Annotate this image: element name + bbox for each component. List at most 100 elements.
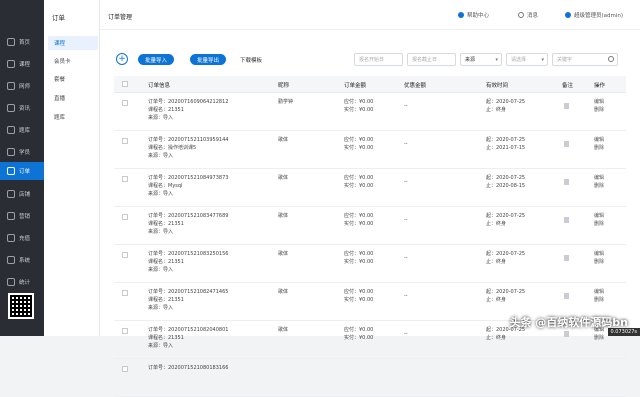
table-row: 订单号：2020071521084973873课程名：Mysql来源：导入歌体应… <box>114 170 626 207</box>
submenu-title: 订单 <box>52 12 65 22</box>
select-all-checkbox[interactable] <box>122 81 128 87</box>
cell-source: 来源：导入 <box>148 190 173 198</box>
chevron-down-icon: ▾ <box>541 57 544 63</box>
column-header-nickname: 昵称 <box>278 81 289 89</box>
row-checkbox[interactable] <box>122 214 128 220</box>
order-icon <box>7 167 15 175</box>
cell-del-button[interactable]: 删除 <box>594 106 604 114</box>
cell-discount: -- <box>404 178 408 186</box>
recharge-icon <box>7 234 15 242</box>
cell-edit-button[interactable]: 编辑 <box>594 136 604 144</box>
row-checkbox[interactable] <box>122 290 128 296</box>
user-menu[interactable]: 超级管理员(admin) <box>565 11 623 19</box>
cell-order-no: 订单号：2020071609064212812 <box>148 98 228 106</box>
sidebar-item-marketing[interactable]: 营销 <box>0 207 44 225</box>
sidebar-item-student[interactable]: 学员 <box>0 143 44 161</box>
source-select[interactable]: 来源▾ <box>460 53 502 66</box>
sidebar-item-recharge[interactable]: 充值 <box>0 229 44 247</box>
remark-icon[interactable] <box>564 293 569 299</box>
remark-icon[interactable] <box>564 255 569 261</box>
table-row: 订单号：2020071609064212812课程名：21351来源：导入勤学钟… <box>114 94 626 131</box>
cell-nick: 歌体 <box>278 136 288 144</box>
cell-start: 起：2020-07-25 <box>486 250 525 258</box>
remark-icon[interactable] <box>564 103 569 109</box>
cell-edit-button[interactable]: 编辑 <box>594 174 604 182</box>
sidebar-item-label: 系统 <box>19 256 30 264</box>
user-name: 超级管理员(admin) <box>574 11 623 19</box>
cell-course: 课程名：21351 <box>148 106 184 114</box>
batch-import-button[interactable]: 批量导入 <box>138 54 174 65</box>
remark-icon[interactable] <box>564 179 569 185</box>
status-select[interactable]: 请选择 ▾ <box>506 53 548 66</box>
help-center-link[interactable]: 帮助中心 <box>458 11 489 19</box>
download-template-link[interactable]: 下载模板 <box>240 56 262 64</box>
cell-start: 起：2020-07-25 <box>486 98 525 106</box>
cell-paid: 实付：¥0.00 <box>344 334 373 342</box>
submenu-item-live[interactable]: 直播 <box>48 91 98 105</box>
sidebar-item-stats[interactable]: 统计 <box>0 273 44 291</box>
cell-edit-button[interactable]: 编辑 <box>594 212 604 220</box>
cell-edit-button[interactable]: 编辑 <box>594 250 604 258</box>
status-select-value: 请选择 <box>511 56 526 63</box>
table-row: 订单号：2020071521103959144课程名：操作培训课5来源：导入歌体… <box>114 132 626 169</box>
cell-end: 止：终身 <box>486 258 506 266</box>
sidebar-item-teacher[interactable]: 网师 <box>0 77 44 95</box>
sidebar-item-system[interactable]: 系统 <box>0 251 44 269</box>
row-checkbox[interactable] <box>122 138 128 144</box>
cell-end: 止：终身 <box>486 220 506 228</box>
add-order-button[interactable]: + <box>116 53 128 65</box>
cell-del-button[interactable]: 删除 <box>594 182 604 190</box>
news-icon <box>7 104 15 112</box>
cell-end: 止：2021-07-15 <box>486 144 525 152</box>
sidebar-item-label: 网师 <box>19 82 30 90</box>
qr-code-image <box>8 293 34 319</box>
sidebar-item-label: 课程 <box>19 60 30 68</box>
submenu-item-quiz[interactable]: 题库 <box>48 110 98 124</box>
remark-icon[interactable] <box>564 217 569 223</box>
sidebar-item-shop[interactable]: 店铺 <box>0 185 44 203</box>
quiz-icon <box>7 126 15 134</box>
cell-paid: 实付：¥0.00 <box>344 258 373 266</box>
sidebar-item-home[interactable]: 首页 <box>0 33 44 51</box>
submenu-item-membership-card[interactable]: 会员卡 <box>48 54 98 68</box>
cell-source: 来源：导入 <box>148 304 173 312</box>
batch-export-button[interactable]: 批量导出 <box>190 54 226 65</box>
cell-edit-button[interactable]: 编辑 <box>594 288 604 296</box>
sidebar-item-label: 营销 <box>19 212 30 220</box>
cell-order-no: 订单号：2020071521080183166 <box>148 364 228 372</box>
cell-source: 来源：导入 <box>148 228 173 236</box>
row-checkbox[interactable] <box>122 328 128 334</box>
page-title: 订单管理 <box>108 12 132 21</box>
sidebar-item-quiz[interactable]: 题库 <box>0 121 44 139</box>
cell-due: 应付：¥0.00 <box>344 174 373 182</box>
main-sidebar: 首页 课程 网师 资讯 题库 学员 订单 店铺 营销 充值 系统 统计 <box>0 0 44 336</box>
start-date-input[interactable]: 报名开始日 <box>354 53 403 66</box>
row-checkbox[interactable] <box>122 100 128 106</box>
chevron-down-icon: ▾ <box>495 57 498 63</box>
cell-del-button[interactable]: 删除 <box>594 258 604 266</box>
avatar <box>565 12 571 18</box>
sidebar-item-news[interactable]: 资讯 <box>0 99 44 117</box>
submenu-item-package[interactable]: 套餐 <box>48 72 98 86</box>
row-checkbox[interactable] <box>122 366 128 372</box>
cell-due: 应付：¥0.00 <box>344 250 373 258</box>
sidebar-item-order[interactable]: 订单 <box>0 162 44 180</box>
cell-order-no: 订单号：2020071521083250156 <box>148 250 228 258</box>
keyword-search-input[interactable]: 关键字 <box>552 53 618 66</box>
end-date-input[interactable]: 报名截止日 <box>407 53 456 66</box>
cell-del-button[interactable]: 删除 <box>594 144 604 152</box>
messages-link[interactable]: 消息 <box>518 11 538 19</box>
submenu-item-course[interactable]: 课程 <box>48 36 98 50</box>
cell-edit-button[interactable]: 编辑 <box>594 98 604 106</box>
remark-icon[interactable] <box>564 141 569 147</box>
row-checkbox[interactable] <box>122 252 128 258</box>
search-icon[interactable] <box>608 56 614 62</box>
cell-del-button[interactable]: 删除 <box>594 334 604 342</box>
cell-del-button[interactable]: 删除 <box>594 296 604 304</box>
table-row: 订单号：2020071521083250156课程名：21351来源：导入歌体应… <box>114 246 626 283</box>
row-checkbox[interactable] <box>122 176 128 182</box>
help-icon <box>458 12 464 18</box>
remark-icon[interactable] <box>564 331 569 337</box>
cell-del-button[interactable]: 删除 <box>594 220 604 228</box>
sidebar-item-course[interactable]: 课程 <box>0 55 44 73</box>
